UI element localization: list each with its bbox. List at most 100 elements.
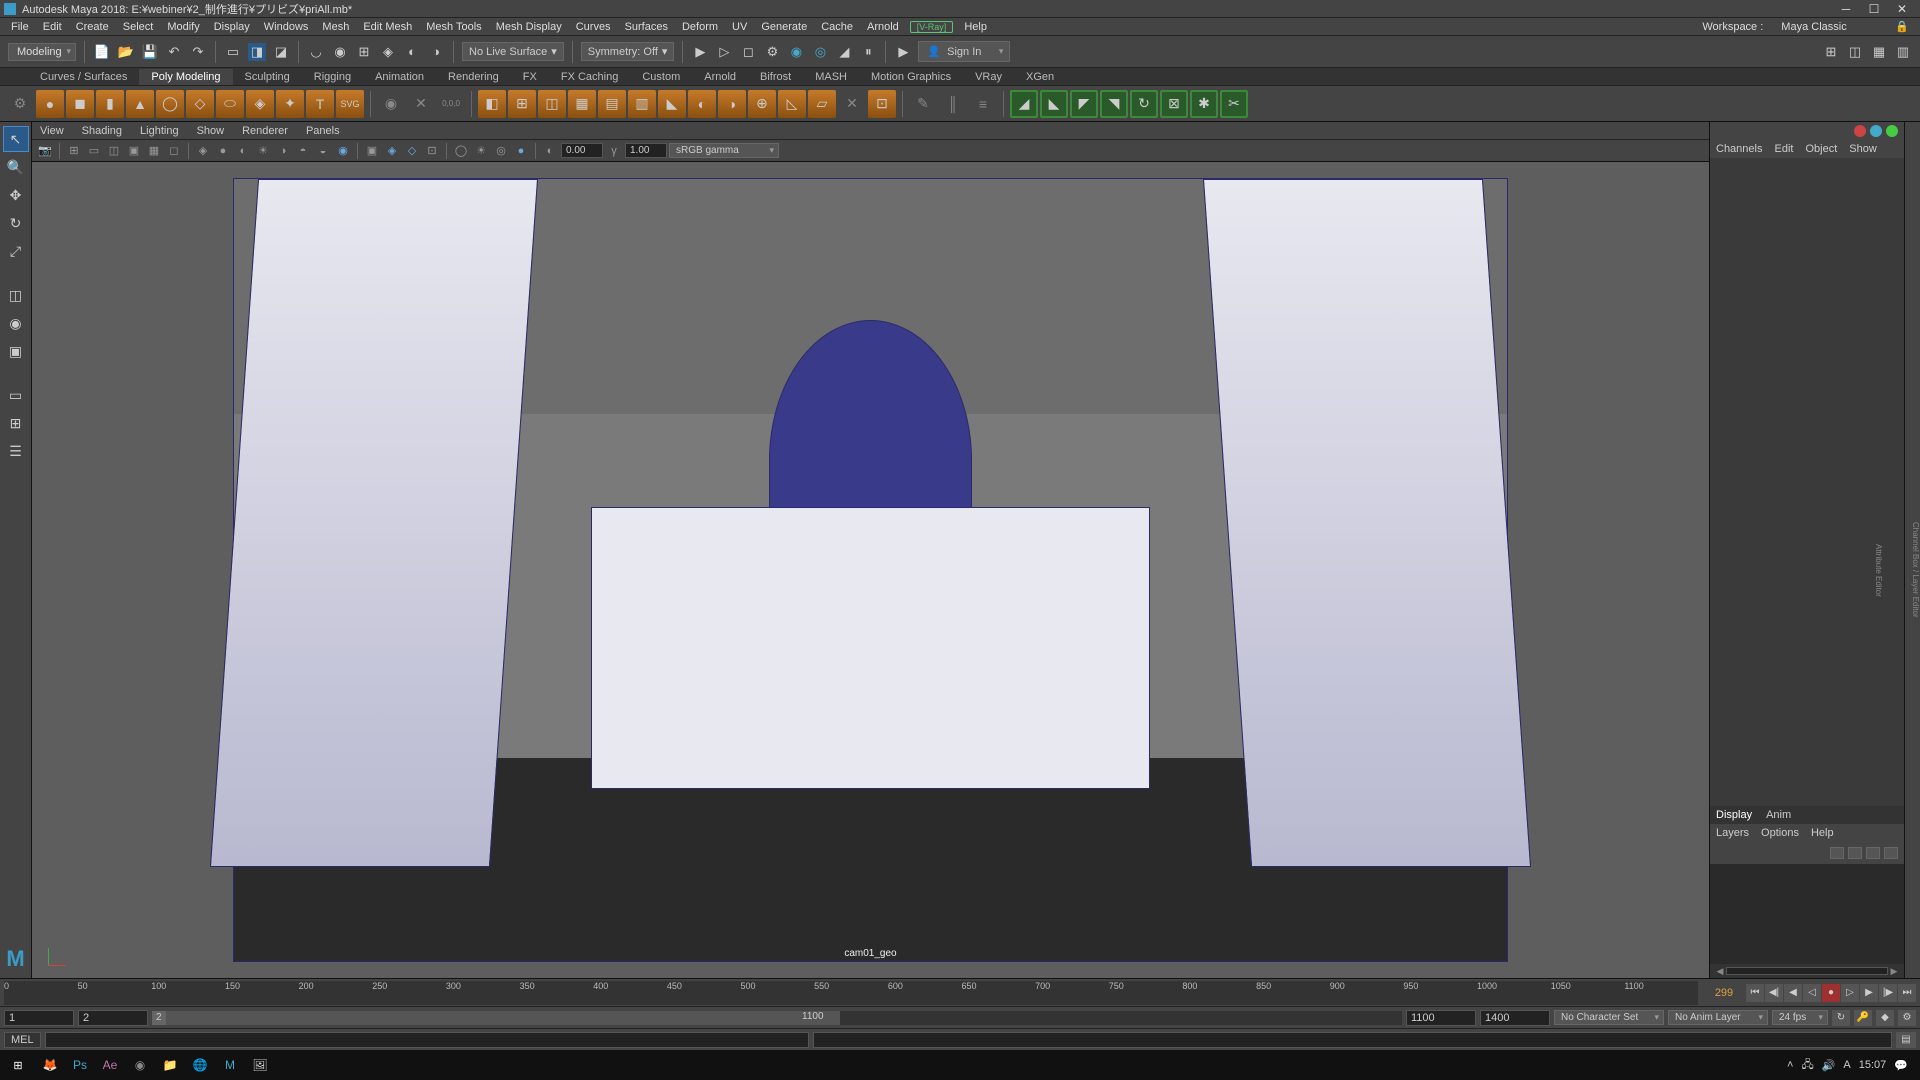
motion-blur-icon[interactable]: ◒: [314, 142, 332, 160]
render-globals-icon[interactable]: ⚙: [763, 43, 781, 61]
gate-mask-icon[interactable]: ▣: [125, 142, 143, 160]
tray-ime-icon[interactable]: A: [1843, 1059, 1850, 1071]
shelf-tab-sculpting[interactable]: Sculpting: [233, 69, 302, 85]
poly-cylinder-icon[interactable]: ▮: [96, 90, 124, 118]
menu-surfaces[interactable]: Surfaces: [618, 21, 675, 33]
modeling-toolkit-icon[interactable]: ⊞: [1822, 43, 1840, 61]
reduce-icon[interactable]: ↻: [1130, 90, 1158, 118]
workspace-lock-icon[interactable]: 🔒: [1888, 20, 1916, 33]
tab-display[interactable]: Display: [1716, 809, 1752, 821]
lasso-tool[interactable]: 🔍: [3, 154, 29, 180]
start-button[interactable]: ⊞: [4, 1054, 32, 1076]
last-tool[interactable]: ◫: [3, 282, 29, 308]
play-button[interactable]: ▷: [1841, 984, 1859, 1002]
xray-icon[interactable]: ◈: [383, 142, 401, 160]
smooth-shade-icon[interactable]: ●: [214, 142, 232, 160]
colorspace-dropdown[interactable]: sRGB gamma: [669, 143, 779, 158]
anti-alias-icon[interactable]: ◉: [334, 142, 352, 160]
wireframe-icon[interactable]: ◈: [194, 142, 212, 160]
menu-file[interactable]: File: [4, 21, 36, 33]
origin-icon[interactable]: 0,0,0: [437, 90, 465, 118]
play-reverse-button[interactable]: ◁: [1803, 984, 1821, 1002]
boolean-icon[interactable]: ⊕: [748, 90, 776, 118]
character-set-dropdown[interactable]: No Character Set: [1554, 1010, 1664, 1025]
panel-menu-lighting[interactable]: Lighting: [140, 125, 179, 137]
shadows-icon[interactable]: ◑: [274, 142, 292, 160]
maximize-button[interactable]: ☐: [1860, 2, 1888, 16]
menu-uv[interactable]: UV: [725, 21, 754, 33]
menu-arnold[interactable]: Arnold: [860, 21, 906, 33]
range-start-outer[interactable]: [4, 1010, 74, 1026]
tray-volume-icon[interactable]: 🔊: [1822, 1059, 1836, 1072]
fps-dropdown[interactable]: 24 fps: [1772, 1010, 1828, 1025]
menu-curves[interactable]: Curves: [569, 21, 618, 33]
step-back-key-button[interactable]: ◀|: [1765, 984, 1783, 1002]
triangulate-icon[interactable]: ◺: [778, 90, 806, 118]
flat-light-icon[interactable]: ◎: [492, 142, 510, 160]
bevel-icon[interactable]: ◣: [658, 90, 686, 118]
exposure-icon[interactable]: ◐: [541, 142, 559, 160]
safe-action-icon[interactable]: ◻: [165, 142, 183, 160]
collapse-icon[interactable]: ✂: [1220, 90, 1248, 118]
3d-viewport[interactable]: cam01_geo: [32, 162, 1709, 978]
xray-components-icon[interactable]: ⊡: [423, 142, 441, 160]
tray-clock[interactable]: 15:07: [1859, 1059, 1887, 1071]
shelf-tab-rendering[interactable]: Rendering: [436, 69, 511, 85]
edge-flow-icon[interactable]: ⊡: [868, 90, 896, 118]
snap-curve-icon[interactable]: ◡: [307, 43, 325, 61]
snap-grid-icon[interactable]: ⊞: [355, 43, 373, 61]
range-end-outer[interactable]: [1480, 1010, 1550, 1026]
outliner-icon[interactable]: ☰: [3, 438, 29, 464]
task-obs-icon[interactable]: ◉: [128, 1054, 152, 1076]
grid-toggle-icon[interactable]: ⊞: [65, 142, 83, 160]
save-scene-icon[interactable]: 💾: [141, 43, 159, 61]
sign-in-button[interactable]: 👤 Sign In: [918, 41, 1010, 62]
crease-icon[interactable]: ◢: [1010, 90, 1038, 118]
expand-icon[interactable]: ▶: [894, 43, 912, 61]
cleanup-icon[interactable]: ⊠: [1160, 90, 1188, 118]
retopo-icon[interactable]: ◥: [1100, 90, 1128, 118]
manip-rotate-icon[interactable]: [1870, 125, 1882, 137]
soft-mod-tool[interactable]: ◉: [3, 310, 29, 336]
scale-tool[interactable]: ⤢: [3, 238, 29, 264]
minimize-button[interactable]: ─: [1832, 2, 1860, 16]
task-maya-icon[interactable]: M: [218, 1054, 242, 1076]
live-surface-dropdown[interactable]: No Live Surface▾: [462, 42, 564, 61]
cb-menu-channels[interactable]: Channels: [1716, 143, 1762, 155]
menu-mesh[interactable]: Mesh: [315, 21, 356, 33]
poly-platonic-icon[interactable]: ◈: [246, 90, 274, 118]
ao-icon[interactable]: ◓: [294, 142, 312, 160]
manip-scale-icon[interactable]: [1886, 125, 1898, 137]
cb-menu-object[interactable]: Object: [1805, 143, 1837, 155]
module-dropdown[interactable]: Modeling: [8, 43, 76, 61]
textured-icon[interactable]: ◐: [234, 142, 252, 160]
layer-move-down-icon[interactable]: [1848, 847, 1862, 859]
no-light-icon[interactable]: ●: [512, 142, 530, 160]
all-lights-icon[interactable]: ☀: [472, 142, 490, 160]
close-button[interactable]: ✕: [1888, 2, 1916, 16]
task-aftereffects-icon[interactable]: Ae: [98, 1054, 122, 1076]
task-image-viewer-icon[interactable]: 🖼: [248, 1054, 272, 1076]
menu-deform[interactable]: Deform: [675, 21, 725, 33]
xray-icon[interactable]: ▦: [1870, 43, 1888, 61]
multi-cut-icon[interactable]: ✎: [909, 90, 937, 118]
combine-icon[interactable]: ◧: [478, 90, 506, 118]
bridge-icon[interactable]: ▦: [568, 90, 596, 118]
script-editor-button[interactable]: ▤: [1896, 1032, 1916, 1048]
shelf-tab-bifrost[interactable]: Bifrost: [748, 69, 803, 85]
merge-icon[interactable]: ✱: [1190, 90, 1218, 118]
soft-select-icon[interactable]: ◉: [377, 90, 405, 118]
shelf-tab-custom[interactable]: Custom: [630, 69, 692, 85]
pause-icon[interactable]: ⏸: [859, 43, 877, 61]
cb-menu-edit[interactable]: Edit: [1774, 143, 1793, 155]
shelf-tab-vray[interactable]: VRay: [963, 69, 1014, 85]
single-pane-icon[interactable]: ▭: [3, 382, 29, 408]
panel-menu-view[interactable]: View: [40, 125, 64, 137]
separate-icon[interactable]: ⊞: [508, 90, 536, 118]
script-language-button[interactable]: MEL: [4, 1032, 41, 1048]
menu-select[interactable]: Select: [116, 21, 161, 33]
attribute-editor-tab[interactable]: Attribute Editor: [1874, 544, 1883, 597]
layer-new-empty-icon[interactable]: [1866, 847, 1880, 859]
redo-icon[interactable]: ↷: [189, 43, 207, 61]
poly-torus-icon[interactable]: ◯: [156, 90, 184, 118]
